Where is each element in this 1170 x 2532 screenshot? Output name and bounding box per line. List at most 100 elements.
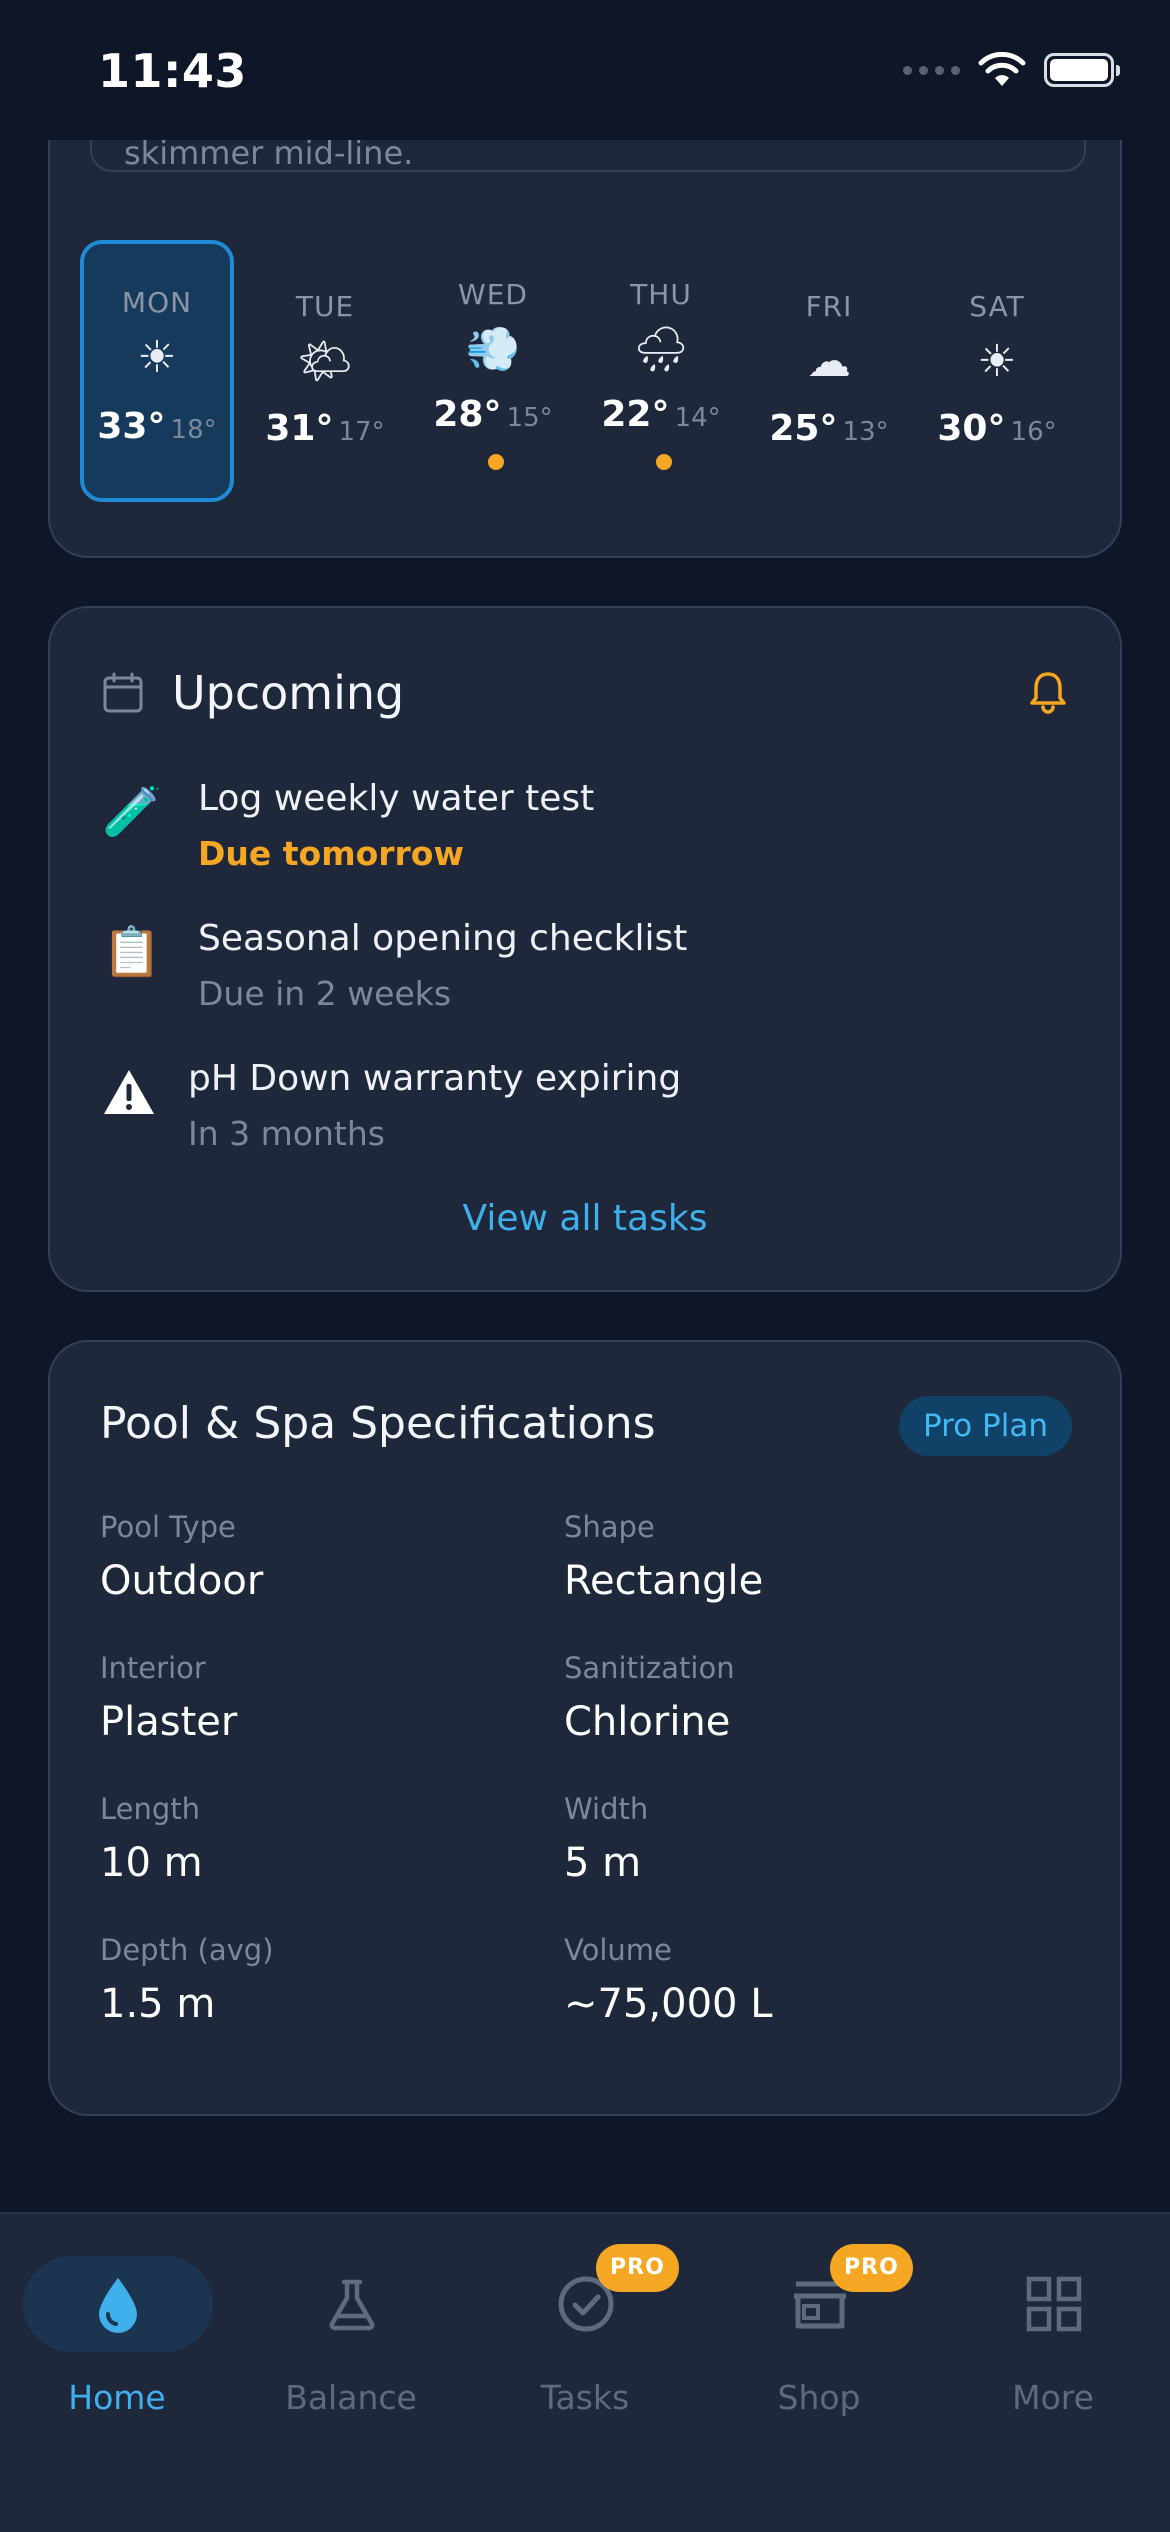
- temp-low: 18°: [170, 415, 217, 445]
- spec-value: Chlorine: [564, 1699, 731, 1745]
- spec-value: 10 m: [100, 1840, 203, 1886]
- temp-high: 30°: [937, 408, 1006, 449]
- spec-value: 5 m: [564, 1840, 642, 1886]
- spec-item: Volume ~75,000 L: [564, 1933, 1004, 2027]
- cellular-signal-icon: [903, 65, 960, 75]
- cloud-icon: ☁: [807, 336, 851, 387]
- spec-label: Width: [564, 1792, 649, 1826]
- temp-low: 13°: [842, 417, 889, 447]
- task-title: pH Down warranty expiring: [188, 1058, 682, 1099]
- task-item[interactable]: 📋 Seasonal opening checklist Due in 2 week…: [102, 918, 1062, 1038]
- spec-value: ~75,000 L: [564, 1981, 773, 2027]
- temp-low: 16°: [1010, 417, 1057, 447]
- task-title: Log weekly water test: [198, 778, 595, 819]
- sun-icon: ☀: [137, 332, 177, 383]
- wifi-icon: [978, 52, 1026, 86]
- spec-value: 1.5 m: [100, 1981, 216, 2027]
- temp-low: 15°: [506, 403, 553, 433]
- spec-item: Pool Type Outdoor: [100, 1510, 540, 1604]
- task-item[interactable]: 🧪 Log weekly water test Due tomorrow: [102, 778, 1062, 898]
- temp-high: 33°: [97, 406, 166, 447]
- task-title: Seasonal opening checklist: [198, 918, 688, 959]
- day-name: SAT: [969, 290, 1025, 323]
- forecast-day-thu[interactable]: THU 🌧 22° 14°: [584, 240, 738, 502]
- tab-label: More: [1012, 2378, 1094, 2417]
- forecast-day-sat[interactable]: SAT ☀ 30° 16°: [920, 240, 1074, 502]
- forecast-days: MON ☀ 33° 18° TUE 🌤 31° 17° WED 💨 28° 15° THU 🌧 22°…: [80, 240, 1094, 502]
- day-name: FRI: [805, 290, 853, 323]
- rain-cloud-icon: 🌧: [633, 324, 689, 375]
- forecast-day-mon[interactable]: MON ☀ 33° 18°: [80, 240, 234, 502]
- wind-icon: 💨: [465, 324, 521, 375]
- warning-icon: [104, 1070, 154, 1114]
- spec-label: Interior: [100, 1651, 206, 1685]
- spec-label: Shape: [564, 1510, 655, 1544]
- tab-label: Tasks: [540, 2378, 630, 2417]
- tab-balance[interactable]: Balance: [234, 2244, 468, 2424]
- water-drop-icon: [23, 2256, 213, 2352]
- bottom-tab-bar: Home Balance Tasks PRO Shop PRO More: [0, 2212, 1170, 2532]
- tab-label: Home: [68, 2378, 166, 2417]
- weather-alert-dot: [656, 454, 672, 470]
- status-time: 11:43: [98, 44, 247, 98]
- spec-item: Interior Plaster: [100, 1651, 540, 1745]
- day-name: WED: [458, 278, 528, 311]
- forecast-day-tue[interactable]: TUE 🌤 31° 17°: [248, 240, 402, 502]
- upcoming-card: Upcoming 🧪 Log weekly water test Due tomor…: [48, 606, 1122, 1292]
- day-temps: 25° 13°: [752, 408, 906, 449]
- tab-home[interactable]: Home: [0, 2244, 234, 2424]
- spec-value: Outdoor: [100, 1558, 264, 1604]
- temp-high: 31°: [265, 408, 334, 449]
- pro-plan-badge: Pro Plan: [899, 1396, 1072, 1456]
- day-name: MON: [121, 286, 193, 319]
- day-temps: 33° 18°: [84, 406, 230, 447]
- tab-tasks[interactable]: Tasks PRO: [468, 2244, 702, 2424]
- pool-specs-card: Pool & Spa Specifications Pro Plan Pool …: [48, 1340, 1122, 2116]
- specs-title: Pool & Spa Specifications: [100, 1398, 656, 1449]
- task-item[interactable]: pH Down warranty expiring In 3 months: [102, 1058, 1062, 1178]
- status-icons: [903, 52, 1120, 88]
- pro-badge: PRO: [830, 2244, 913, 2292]
- spec-item: Width 5 m: [564, 1792, 1004, 1886]
- weather-alert-dot: [488, 454, 504, 470]
- temp-low: 14°: [674, 403, 721, 433]
- pro-badge: PRO: [596, 2244, 679, 2292]
- spec-item: Depth (avg) 1.5 m: [100, 1933, 540, 2027]
- tab-more[interactable]: More: [936, 2244, 1170, 2424]
- forecast-day-fri[interactable]: FRI ☁ 25° 13°: [752, 240, 906, 502]
- spec-item: Length 10 m: [100, 1792, 540, 1886]
- day-temps: 28° 15°: [416, 394, 570, 435]
- task-due: Due in 2 weeks: [198, 974, 452, 1013]
- view-all-tasks-link[interactable]: View all tasks: [50, 1198, 1120, 1239]
- status-bar: 11:43: [0, 0, 1170, 140]
- grid-icon: [959, 2256, 1149, 2352]
- flask-icon: [257, 2256, 447, 2352]
- sun-behind-cloud-icon: 🌤: [297, 336, 353, 387]
- spec-item: Sanitization Chlorine: [564, 1651, 1004, 1745]
- day-temps: 31° 17°: [248, 408, 402, 449]
- temp-low: 17°: [338, 417, 385, 447]
- task-due: Due tomorrow: [198, 834, 464, 873]
- spec-label: Sanitization: [564, 1651, 735, 1685]
- temp-high: 25°: [769, 408, 838, 449]
- battery-icon: [1044, 53, 1120, 87]
- tab-label: Balance: [285, 2378, 417, 2417]
- spec-label: Pool Type: [100, 1510, 236, 1544]
- day-temps: 22° 14°: [584, 394, 738, 435]
- day-name: THU: [630, 278, 692, 311]
- forecast-day-wed[interactable]: WED 💨 28° 15°: [416, 240, 570, 502]
- test-tube-icon: 🧪: [102, 784, 162, 840]
- spec-label: Depth (avg): [100, 1933, 274, 1967]
- temp-high: 28°: [433, 394, 502, 435]
- clipboard-icon: 📋: [102, 924, 162, 980]
- task-due: In 3 months: [188, 1114, 385, 1153]
- spec-label: Length: [100, 1792, 201, 1826]
- tab-shop[interactable]: Shop PRO: [702, 2244, 936, 2424]
- sun-icon: ☀: [977, 336, 1017, 387]
- upcoming-title: Upcoming: [172, 666, 405, 720]
- spec-item: Shape Rectangle: [564, 1510, 1004, 1604]
- spec-value: Plaster: [100, 1699, 238, 1745]
- tab-label: Shop: [777, 2378, 861, 2417]
- bell-icon[interactable]: [1028, 670, 1068, 714]
- spec-value: Rectangle: [564, 1558, 764, 1604]
